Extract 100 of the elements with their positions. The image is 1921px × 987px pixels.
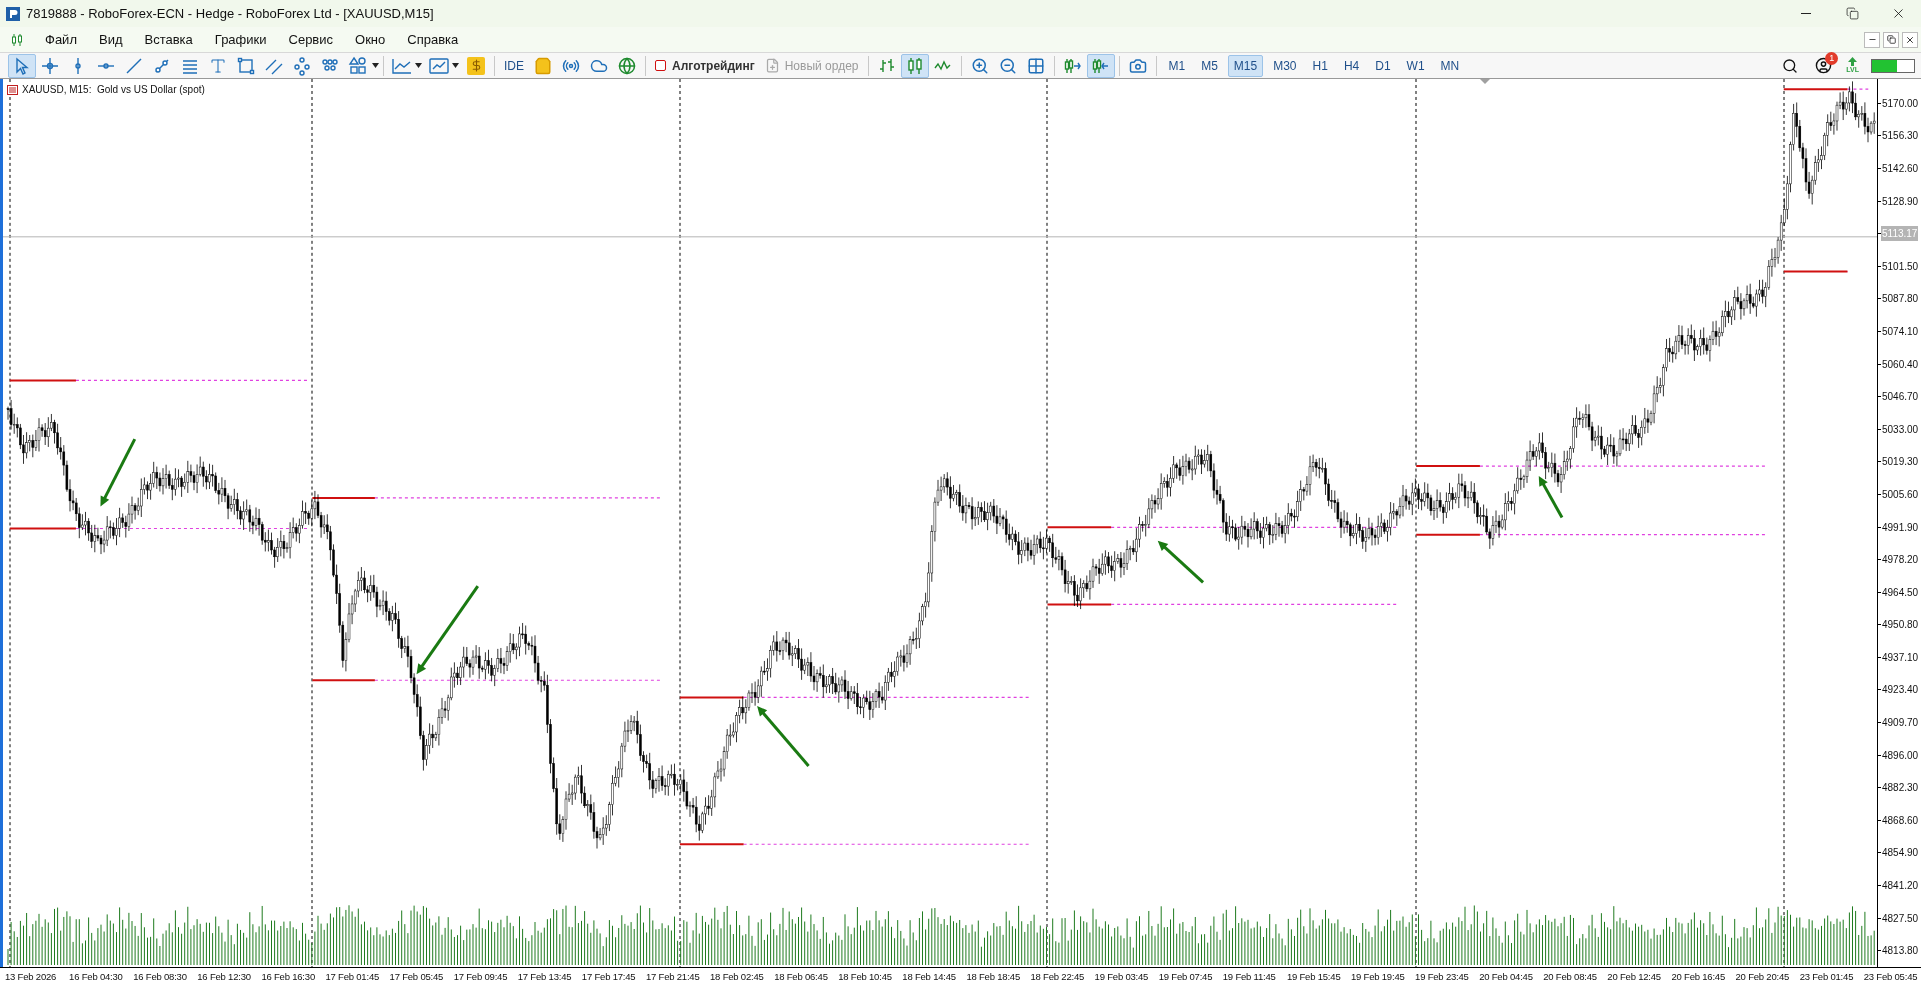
zoom-out-icon bbox=[998, 56, 1017, 75]
time-label: 20 Feb 20:45 bbox=[1735, 970, 1790, 985]
menu-item[interactable]: Окно bbox=[344, 29, 397, 50]
account-button[interactable]: 1 bbox=[1808, 53, 1839, 78]
restore-chart-button[interactable] bbox=[1883, 31, 1899, 48]
price-label: 5060.40 bbox=[1882, 357, 1919, 372]
crosshair-icon bbox=[40, 55, 60, 76]
price-label: 5005.60 bbox=[1882, 487, 1919, 502]
time-label: 20 Feb 16:45 bbox=[1671, 970, 1726, 985]
timeframe-button[interactable]: M15 bbox=[1227, 54, 1264, 77]
price-label: 4896.00 bbox=[1882, 748, 1919, 763]
vertical-line-icon bbox=[75, 55, 81, 76]
connection-status-icon bbox=[1871, 58, 1915, 73]
timeframe-button[interactable]: MN bbox=[1434, 54, 1466, 77]
price-label: 4909.70 bbox=[1882, 716, 1919, 731]
menu-item[interactable]: Справка bbox=[396, 29, 470, 50]
chart-window-icon bbox=[10, 32, 24, 47]
time-label: 18 Feb 18:45 bbox=[966, 970, 1020, 985]
toolbar-button[interactable] bbox=[900, 53, 929, 78]
app-logo-icon bbox=[6, 6, 20, 21]
grid-icon bbox=[1026, 56, 1045, 75]
time-label: 17 Feb 13:45 bbox=[517, 970, 572, 985]
time-label: 16 Feb 04:30 bbox=[69, 970, 123, 985]
time-label: 17 Feb 01:45 bbox=[325, 970, 380, 985]
price-label: 4937.10 bbox=[1882, 650, 1919, 665]
chart-template-icon bbox=[428, 56, 450, 75]
camera-icon bbox=[1128, 56, 1147, 75]
time-label: 23 Feb 05:45 bbox=[1863, 970, 1918, 985]
time-label: 16 Feb 16:30 bbox=[261, 970, 315, 985]
close-chart-button[interactable] bbox=[1902, 31, 1918, 48]
time-label: 17 Feb 21:45 bbox=[645, 970, 700, 985]
menu-item[interactable]: Вид bbox=[87, 29, 134, 50]
zoom-in-icon bbox=[970, 56, 989, 75]
price-label: 5074.10 bbox=[1882, 324, 1919, 339]
time-label: 18 Feb 06:45 bbox=[774, 970, 828, 985]
caret-icon bbox=[452, 63, 459, 68]
price-label: 4923.40 bbox=[1882, 683, 1919, 698]
timeframe-button[interactable]: H1 bbox=[1306, 54, 1334, 77]
search-icon bbox=[1782, 57, 1799, 74]
time-label: 16 Feb 08:30 bbox=[133, 970, 187, 985]
restore-icon bbox=[1886, 35, 1896, 44]
price-label: 5170.00 bbox=[1882, 96, 1919, 111]
time-label: 13 Feb 2026 bbox=[5, 970, 57, 985]
horizontal-line-icon bbox=[96, 62, 116, 69]
timeframe-button[interactable]: M1 bbox=[1162, 54, 1192, 77]
window-title: 7819888 - RoboForex-ECN - Hedge - RoboForex Ltd - [XAUUSD,M15] bbox=[26, 4, 434, 23]
price-label: 5101.50 bbox=[1882, 259, 1919, 274]
caret-icon bbox=[372, 63, 379, 68]
menu-item[interactable]: Графики bbox=[203, 29, 278, 50]
price-label: 5156.30 bbox=[1882, 129, 1919, 144]
price-label: 4978.20 bbox=[1882, 553, 1919, 568]
trend-arrow bbox=[1157, 540, 1205, 584]
trend-arrow bbox=[757, 705, 810, 767]
time-label: 16 Feb 12:30 bbox=[197, 970, 251, 985]
timeframe-button[interactable]: M5 bbox=[1195, 54, 1224, 77]
time-label: 20 Feb 08:45 bbox=[1543, 970, 1597, 985]
time-label: 20 Feb 04:45 bbox=[1479, 970, 1533, 985]
algo-trading-button[interactable]: Алготрейдинг bbox=[650, 53, 760, 78]
close-icon bbox=[1905, 34, 1915, 45]
time-label: 19 Feb 11:45 bbox=[1222, 970, 1276, 985]
menu-item[interactable]: Вставка bbox=[133, 29, 204, 50]
price-label: 4813.80 bbox=[1882, 944, 1919, 959]
timeframe-button[interactable]: H4 bbox=[1337, 54, 1366, 77]
toolbar-button[interactable] bbox=[1086, 53, 1115, 78]
symbol-list-icon bbox=[7, 84, 18, 95]
price-label: 5046.70 bbox=[1882, 390, 1919, 405]
price-label: 4950.80 bbox=[1882, 618, 1919, 633]
node-tree-icon bbox=[292, 55, 312, 76]
trend-arrow bbox=[100, 438, 137, 507]
time-label: 18 Feb 10:45 bbox=[838, 970, 892, 985]
timeframe-button[interactable]: D1 bbox=[1369, 54, 1397, 77]
price-label: 4827.50 bbox=[1882, 911, 1919, 926]
price-label: 4991.90 bbox=[1882, 520, 1919, 535]
status-square-icon bbox=[655, 60, 666, 71]
time-label: 17 Feb 17:45 bbox=[581, 970, 636, 985]
price-label: 5087.80 bbox=[1882, 292, 1919, 307]
time-label: 18 Feb 14:45 bbox=[902, 970, 956, 985]
bag-icon bbox=[534, 56, 552, 75]
time-label: 19 Feb 19:45 bbox=[1350, 970, 1405, 985]
minimize-icon bbox=[1801, 13, 1811, 14]
price-level-drawing bbox=[1782, 270, 1849, 273]
dollar-icon bbox=[467, 56, 485, 75]
price-label: 4854.90 bbox=[1882, 846, 1919, 861]
toolbar-button[interactable] bbox=[8, 53, 36, 78]
ide-button[interactable]: IDE bbox=[499, 53, 529, 78]
restore-icon bbox=[1845, 7, 1859, 20]
time-label: 18 Feb 22:45 bbox=[1030, 970, 1085, 985]
price-label: 4964.50 bbox=[1882, 585, 1919, 600]
time-label: 23 Feb 01:45 bbox=[1799, 970, 1854, 985]
price-label: 5019.30 bbox=[1882, 455, 1919, 470]
shapes-icon bbox=[348, 55, 368, 76]
indicator-icon bbox=[391, 56, 413, 75]
user-icon bbox=[1814, 57, 1832, 74]
menu-item[interactable]: Файл bbox=[34, 29, 88, 50]
text-tool-icon bbox=[209, 56, 227, 75]
time-label: 18 Feb 02:45 bbox=[710, 970, 764, 985]
menu-item[interactable]: Сервис bbox=[277, 29, 345, 50]
timeframe-button[interactable]: M30 bbox=[1267, 54, 1303, 77]
minimize-chart-button[interactable] bbox=[1864, 31, 1880, 48]
timeframe-button[interactable]: W1 bbox=[1400, 54, 1431, 77]
